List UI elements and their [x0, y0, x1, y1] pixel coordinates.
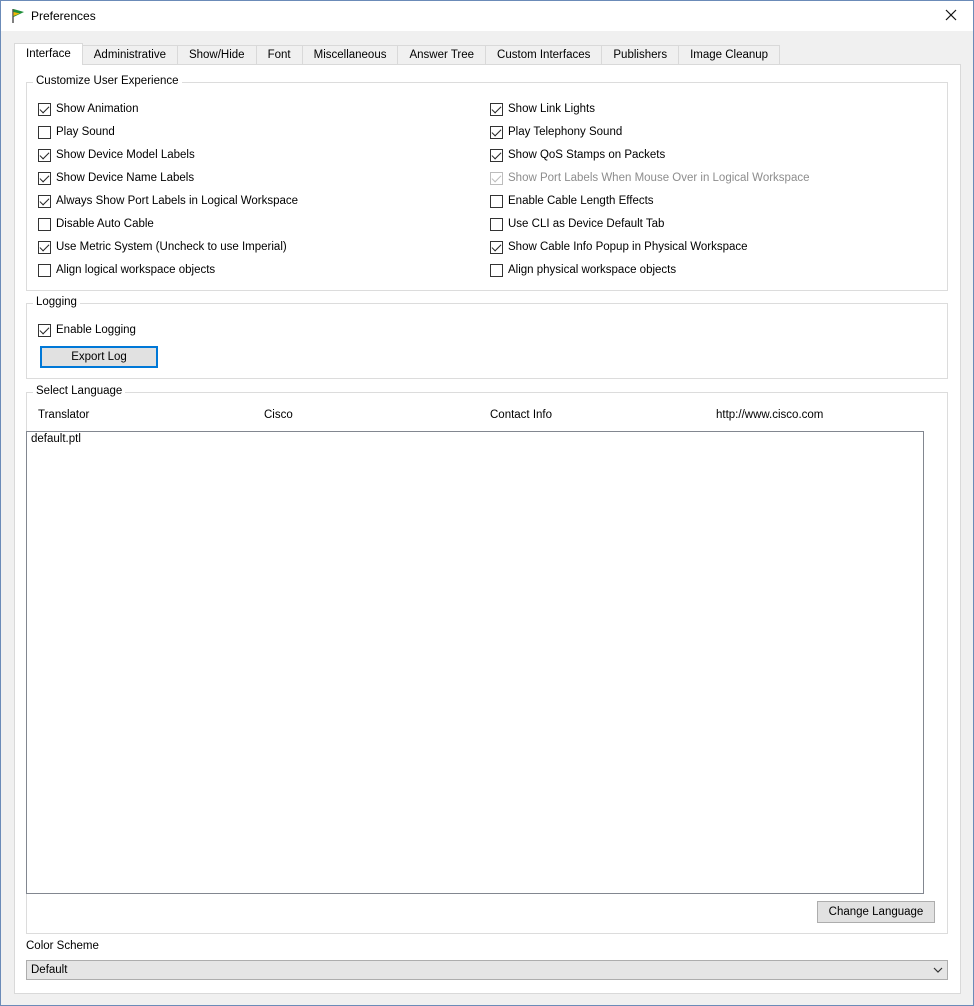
window-title: Preferences — [31, 9, 96, 23]
show-link-lights-label: Show Link Lights — [508, 103, 595, 115]
tab-image-cleanup[interactable]: Image Cleanup — [678, 45, 781, 65]
show-device-model-labels-label: Show Device Model Labels — [56, 149, 195, 161]
align-physical-workspace-objects-label: Align physical workspace objects — [508, 264, 677, 276]
show-animation-checkbox[interactable]: Show Animation — [38, 101, 138, 117]
checkbox-box[interactable] — [38, 125, 51, 139]
translator-value: Cisco — [264, 409, 293, 421]
checkbox-box — [490, 171, 503, 185]
checkbox-box[interactable] — [38, 323, 51, 337]
show-device-name-labels-label: Show Device Name Labels — [56, 172, 195, 184]
show-qos-stamps-on-packets-label: Show QoS Stamps on Packets — [508, 149, 666, 161]
show-port-labels-when-mouse-over-in-logical-workspace-checkbox: Show Port Labels When Mouse Over in Logi… — [490, 170, 810, 186]
show-cable-info-popup-in-physical-workspace-checkbox[interactable]: Show Cable Info Popup in Physical Worksp… — [490, 239, 748, 255]
color-scheme-select[interactable]: Default — [26, 960, 948, 980]
show-animation-label: Show Animation — [56, 103, 139, 115]
change-language-button[interactable]: Change Language — [817, 901, 935, 923]
customize-group-title: Customize User Experience — [33, 75, 182, 87]
show-link-lights-checkbox[interactable]: Show Link Lights — [490, 101, 595, 117]
align-physical-workspace-objects-checkbox[interactable]: Align physical workspace objects — [490, 262, 676, 278]
use-cli-as-device-default-tab-label: Use CLI as Device Default Tab — [508, 218, 665, 230]
packet-tracer-app-icon — [11, 8, 25, 24]
checkbox-box[interactable] — [38, 171, 51, 185]
checkbox-box[interactable] — [38, 240, 51, 254]
chevron-down-icon — [933, 965, 943, 975]
title-bar: Preferences — [1, 1, 973, 31]
align-logical-workspace-objects-label: Align logical workspace objects — [56, 264, 216, 276]
language-list[interactable]: default.ptl — [26, 431, 924, 894]
preferences-window: Preferences Interface Administrative Show/… — [0, 0, 974, 1006]
checkbox-box[interactable] — [490, 194, 503, 208]
show-port-labels-when-mouse-over-in-logical-workspace-label: Show Port Labels When Mouse Over in Logi… — [508, 172, 810, 184]
disable-auto-cable-checkbox[interactable]: Disable Auto Cable — [38, 216, 154, 232]
use-cli-as-device-default-tab-checkbox[interactable]: Use CLI as Device Default Tab — [490, 216, 664, 232]
translator-label: Translator — [38, 409, 90, 421]
checkbox-box[interactable] — [490, 217, 503, 231]
enable-cable-length-effects-checkbox[interactable]: Enable Cable Length Effects — [490, 193, 654, 209]
enable-cable-length-effects-label: Enable Cable Length Effects — [508, 195, 654, 207]
show-device-model-labels-checkbox[interactable]: Show Device Model Labels — [38, 147, 195, 163]
use-metric-system-uncheck-to-use-imperial-checkbox[interactable]: Use Metric System (Uncheck to use Imperi… — [38, 239, 287, 255]
align-logical-workspace-objects-checkbox[interactable]: Align logical workspace objects — [38, 262, 215, 278]
interface-tab-panel: Customize User Experience Show Animation… — [14, 64, 961, 994]
show-device-name-labels-checkbox[interactable]: Show Device Name Labels — [38, 170, 194, 186]
language-group-title: Select Language — [33, 385, 126, 397]
contact-info-value: http://www.cisco.com — [716, 409, 824, 421]
contact-info-label: Contact Info — [490, 409, 553, 421]
tab-interface[interactable]: Interface — [14, 43, 83, 65]
play-sound-label: Play Sound — [56, 126, 115, 138]
checkbox-box[interactable] — [38, 217, 51, 231]
checkbox-box[interactable] — [38, 102, 51, 116]
customize-user-experience-group: Customize User Experience Show Animation… — [26, 75, 948, 291]
tab-answer-tree[interactable]: Answer Tree — [397, 45, 487, 65]
checkbox-box[interactable] — [490, 102, 503, 116]
always-show-port-labels-in-logical-workspace-checkbox[interactable]: Always Show Port Labels in Logical Works… — [38, 193, 298, 209]
tab-publishers[interactable]: Publishers — [601, 45, 680, 65]
show-cable-info-popup-in-physical-workspace-label: Show Cable Info Popup in Physical Worksp… — [508, 241, 748, 253]
logging-group-title: Logging — [33, 296, 80, 308]
tab-miscellaneous[interactable]: Miscellaneous — [301, 45, 399, 65]
checkbox-box[interactable] — [490, 240, 503, 254]
close-button[interactable] — [929, 1, 973, 31]
color-scheme-value: Default — [31, 964, 68, 976]
always-show-port-labels-in-logical-workspace-label: Always Show Port Labels in Logical Works… — [56, 195, 299, 207]
play-telephony-sound-label: Play Telephony Sound — [508, 126, 623, 138]
export-log-button[interactable]: Export Log — [40, 346, 158, 368]
tab-font[interactable]: Font — [255, 45, 303, 65]
tab-show-hide[interactable]: Show/Hide — [176, 45, 257, 65]
enable-logging-checkbox[interactable]: Enable Logging — [38, 322, 136, 338]
use-metric-system-uncheck-to-use-imperial-label: Use Metric System (Uncheck to use Imperi… — [56, 241, 287, 253]
show-qos-stamps-on-packets-checkbox[interactable]: Show QoS Stamps on Packets — [490, 147, 665, 163]
close-icon — [945, 9, 957, 24]
play-telephony-sound-checkbox[interactable]: Play Telephony Sound — [490, 124, 622, 140]
enable-logging-label: Enable Logging — [56, 324, 136, 336]
checkbox-box[interactable] — [490, 125, 503, 139]
checkbox-box[interactable] — [38, 148, 51, 162]
checkbox-box[interactable] — [490, 148, 503, 162]
tab-bar: Interface Administrative Show/Hide Font Misc… — [14, 43, 781, 65]
language-list-item[interactable]: default.ptl — [27, 432, 923, 446]
color-scheme-label: Color Scheme — [26, 940, 99, 952]
tab-custom-interfaces[interactable]: Custom Interfaces — [485, 45, 603, 65]
disable-auto-cable-label: Disable Auto Cable — [56, 218, 154, 230]
logging-group: Logging Enable Logging Export Log — [26, 296, 948, 379]
play-sound-checkbox[interactable]: Play Sound — [38, 124, 115, 140]
checkbox-box[interactable] — [38, 263, 51, 277]
checkbox-box[interactable] — [490, 263, 503, 277]
tab-administrative[interactable]: Administrative — [81, 45, 178, 65]
checkbox-box[interactable] — [38, 194, 51, 208]
